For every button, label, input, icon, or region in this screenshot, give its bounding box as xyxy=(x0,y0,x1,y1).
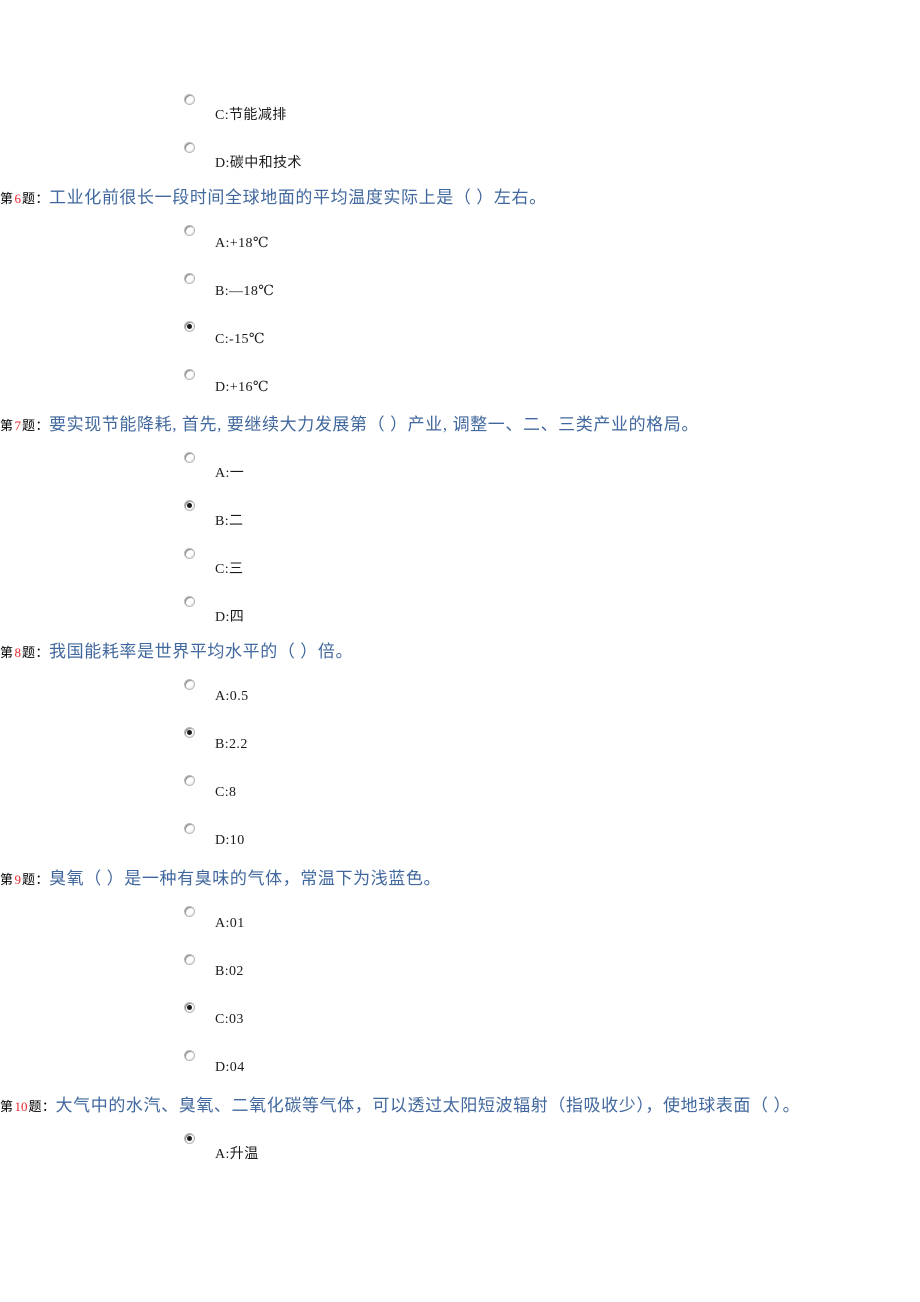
option-row[interactable]: B:二 xyxy=(0,494,920,542)
option-label[interactable]: A:一 xyxy=(215,462,244,482)
question-number: 9 xyxy=(14,872,22,887)
radio-button-q9-a[interactable] xyxy=(184,906,195,917)
option-label[interactable]: A:0.5 xyxy=(215,689,249,705)
option-label[interactable]: C:节能减排 xyxy=(215,104,287,124)
radio-button-q7-c[interactable] xyxy=(184,548,195,559)
question-list: 第6题：工业化前很长一段时间全球地面的平均温度实际上是（ ）左右。 A:+18℃ B… xyxy=(0,184,920,1175)
question-text: 我国能耗率是世界平均水平的（ ）倍。 xyxy=(49,642,354,661)
option-label[interactable]: C:03 xyxy=(215,1012,244,1028)
question-block: 第7题：要实现节能降耗, 首先, 要继续大力发展第（ ）产业, 调整一、二、三类… xyxy=(0,411,920,638)
question-suffix: 题： xyxy=(28,1099,56,1114)
question-prefix: 第 xyxy=(0,645,14,660)
question-heading: 第8题：我国能耗率是世界平均水平的（ ）倍。 xyxy=(0,638,920,667)
question-text: 大气中的水汽、臭氧、二氧化碳等气体，可以透过太阳短波辐射（指吸收少），使地球表面… xyxy=(55,1096,801,1115)
question-text: 工业化前很长一段时间全球地面的平均温度实际上是（ ）左右。 xyxy=(49,188,547,207)
radio-button-q8-d[interactable] xyxy=(184,823,195,834)
option-label[interactable]: C:三 xyxy=(215,558,243,578)
option-label[interactable]: A:升温 xyxy=(215,1143,259,1163)
option-row[interactable]: A:+18℃ xyxy=(0,219,920,267)
option-row[interactable]: D:+16℃ xyxy=(0,363,920,411)
question-number: 7 xyxy=(14,418,22,433)
option-row[interactable]: C:节能减排 xyxy=(0,88,920,136)
radio-button-q8-c[interactable] xyxy=(184,775,195,786)
option-label[interactable]: D:10 xyxy=(215,833,245,849)
question-heading: 第7题：要实现节能降耗, 首先, 要继续大力发展第（ ）产业, 调整一、二、三类… xyxy=(0,411,920,440)
radio-button-c[interactable] xyxy=(184,94,195,105)
option-row[interactable]: A:一 xyxy=(0,446,920,494)
option-label[interactable]: D:04 xyxy=(215,1060,245,1076)
option-row[interactable]: D:04 xyxy=(0,1044,920,1092)
question-suffix: 题： xyxy=(22,418,50,433)
option-label[interactable]: C:-15℃ xyxy=(215,331,265,348)
question-prefix: 第 xyxy=(0,872,14,887)
question-prefix: 第 xyxy=(0,418,14,433)
radio-button-d[interactable] xyxy=(184,142,195,153)
option-row[interactable]: D:10 xyxy=(0,817,920,865)
question-suffix: 题： xyxy=(22,872,50,887)
option-row[interactable]: C:8 xyxy=(0,769,920,817)
question-block: 第10题：大气中的水汽、臭氧、二氧化碳等气体，可以透过太阳短波辐射（指吸收少），… xyxy=(0,1092,920,1175)
option-label[interactable]: B:二 xyxy=(215,510,243,530)
question-heading: 第6题：工业化前很长一段时间全球地面的平均温度实际上是（ ）左右。 xyxy=(0,184,920,213)
option-row[interactable]: D:四 xyxy=(0,590,920,638)
option-row[interactable]: B:—18℃ xyxy=(0,267,920,315)
option-row[interactable]: C:03 xyxy=(0,996,920,1044)
option-row[interactable]: A:0.5 xyxy=(0,673,920,721)
option-row[interactable]: C:三 xyxy=(0,542,920,590)
option-label[interactable]: D:碳中和技术 xyxy=(215,152,302,172)
option-label[interactable]: A:01 xyxy=(215,916,245,932)
question-prefix: 第 xyxy=(0,1099,14,1114)
radio-button-q6-c[interactable] xyxy=(184,321,195,332)
question-number: 6 xyxy=(14,191,22,206)
radio-button-q6-d[interactable] xyxy=(184,369,195,380)
option-row[interactable]: A:01 xyxy=(0,900,920,948)
radio-button-q7-a[interactable] xyxy=(184,452,195,463)
radio-button-q9-c[interactable] xyxy=(184,1002,195,1013)
question-block: 第9题：臭氧（ ）是一种有臭味的气体，常温下为浅蓝色。 A:01 B:02 C:03 D… xyxy=(0,865,920,1092)
question-heading: 第10题：大气中的水汽、臭氧、二氧化碳等气体，可以透过太阳短波辐射（指吸收少），… xyxy=(0,1092,920,1121)
question-block: 第6题：工业化前很长一段时间全球地面的平均温度实际上是（ ）左右。 A:+18℃ B… xyxy=(0,184,920,411)
question-prefix: 第 xyxy=(0,191,14,206)
option-row[interactable]: C:-15℃ xyxy=(0,315,920,363)
option-row[interactable]: D:碳中和技术 xyxy=(0,136,920,184)
radio-button-q7-d[interactable] xyxy=(184,596,195,607)
question-suffix: 题： xyxy=(22,191,50,206)
question-heading: 第9题：臭氧（ ）是一种有臭味的气体，常温下为浅蓝色。 xyxy=(0,865,920,894)
radio-button-q6-b[interactable] xyxy=(184,273,195,284)
question-number: 8 xyxy=(14,645,22,660)
option-label[interactable]: C:8 xyxy=(215,785,236,801)
question-text: 要实现节能降耗, 首先, 要继续大力发展第（ ）产业, 调整一、二、三类产业的格… xyxy=(49,415,699,434)
question-text: 臭氧（ ）是一种有臭味的气体，常温下为浅蓝色。 xyxy=(49,869,442,888)
question-number: 10 xyxy=(14,1099,28,1114)
option-label[interactable]: B:02 xyxy=(215,964,244,980)
radio-button-q6-a[interactable] xyxy=(184,225,195,236)
radio-button-q8-a[interactable] xyxy=(184,679,195,690)
radio-button-q10-a[interactable] xyxy=(184,1133,195,1144)
option-label[interactable]: B:2.2 xyxy=(215,737,248,753)
option-row[interactable]: B:02 xyxy=(0,948,920,996)
question-block: 第8题：我国能耗率是世界平均水平的（ ）倍。 A:0.5 B:2.2 C:8 D:10 xyxy=(0,638,920,865)
option-label[interactable]: A:+18℃ xyxy=(215,235,269,252)
option-label[interactable]: D:四 xyxy=(215,606,244,626)
question-suffix: 题： xyxy=(22,645,50,660)
radio-button-q7-b[interactable] xyxy=(184,500,195,511)
radio-button-q9-b[interactable] xyxy=(184,954,195,965)
option-label[interactable]: D:+16℃ xyxy=(215,379,269,396)
option-row[interactable]: B:2.2 xyxy=(0,721,920,769)
option-row[interactable]: A:升温 xyxy=(0,1127,920,1175)
quiz-sheet: C:节能减排 D:碳中和技术 第6题：工业化前很长一段时间全球地面的平均温度实际上… xyxy=(0,0,920,1175)
radio-button-q8-b[interactable] xyxy=(184,727,195,738)
question-5-partial-options: C:节能减排 D:碳中和技术 xyxy=(0,88,920,184)
radio-button-q9-d[interactable] xyxy=(184,1050,195,1061)
option-label[interactable]: B:—18℃ xyxy=(215,283,274,300)
top-spacer xyxy=(0,0,920,88)
